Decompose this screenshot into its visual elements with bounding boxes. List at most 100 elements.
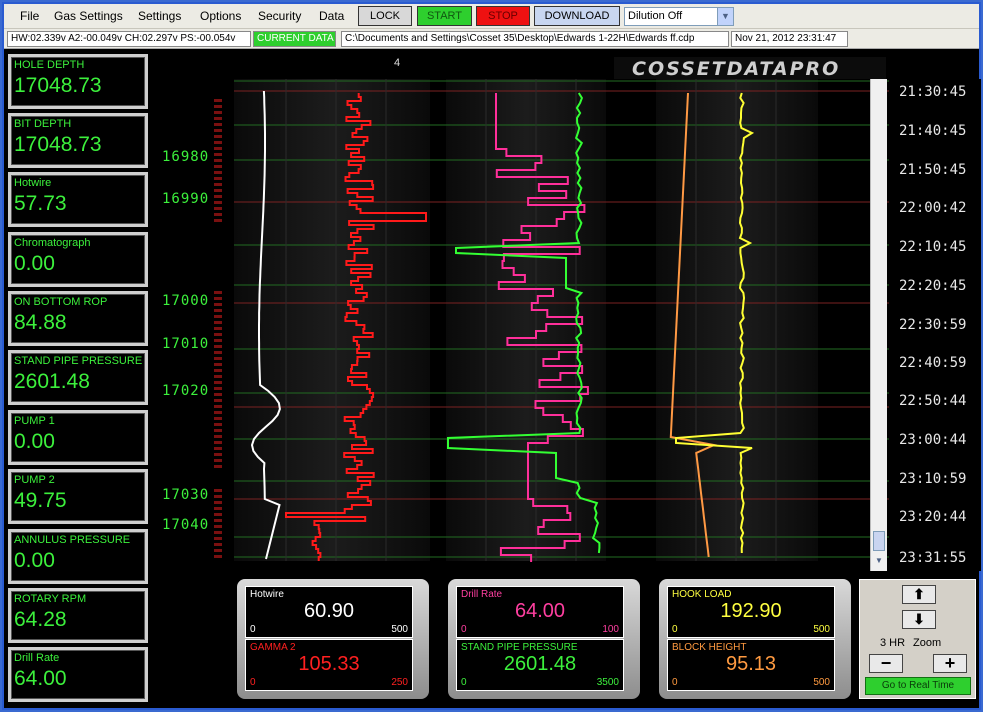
depth-tick [214, 195, 222, 198]
gauge-value: 17048.73 [14, 133, 102, 156]
depth-tick [214, 405, 222, 408]
download-button[interactable]: DOWNLOAD [534, 6, 620, 26]
menu-options[interactable]: Options [200, 9, 241, 23]
status-bar: HW:02.339v A2:-00.049v CH:02.297v PS:-00… [4, 29, 979, 49]
readout-min: 0 [461, 624, 467, 635]
readout-value: 192.90 [720, 600, 782, 622]
gauge-label: Chromatograph [14, 237, 91, 249]
status-datetime: Nov 21, 2012 23:31:47 [731, 31, 848, 47]
zoom-label: Zoom [913, 637, 942, 649]
chevron-down-icon[interactable]: ▼ [717, 8, 733, 25]
gauge-on-bottom-rop: ON BOTTOM ROP 84.88 [8, 291, 148, 346]
scroll-up-button[interactable]: ⬆ [902, 585, 936, 604]
readout-label: GAMMA 2 [250, 642, 296, 653]
readout-panel-3: HOOK LOAD 192.90 0 500 BLOCK HEIGHT 95.1… [659, 579, 851, 699]
readout-min: 0 [250, 677, 256, 688]
menu-file[interactable]: File [20, 9, 39, 23]
go-to-real-time-button[interactable]: Go to Real Time [865, 677, 971, 695]
stop-button[interactable]: STOP [476, 6, 530, 26]
gauge-value: 49.75 [14, 489, 67, 512]
depth-tick [214, 303, 222, 306]
scrollbar-thumb[interactable] [873, 531, 885, 551]
readout-label: BLOCK HEIGHT [672, 642, 747, 653]
depth-tick [214, 297, 222, 300]
start-button[interactable]: START [417, 6, 472, 26]
lock-button[interactable]: LOCK [358, 6, 412, 26]
readout-label: STAND PIPE PRESSURE [461, 642, 578, 653]
depth-tick [214, 165, 222, 168]
depth-tick [214, 159, 222, 162]
depth-tick [214, 219, 222, 222]
gauge-value: 64.28 [14, 608, 67, 631]
gauge-value: 0.00 [14, 430, 55, 453]
zoom-out-button[interactable]: − [869, 654, 903, 673]
gauge-chromatograph: Chromatograph 0.00 [8, 232, 148, 287]
readout-label: HOOK LOAD [672, 589, 732, 600]
gauge-value: 2601.48 [14, 370, 90, 393]
depth-tick [214, 201, 222, 204]
gauge-label: ROTARY RPM [14, 593, 87, 605]
scroll-down-button[interactable]: ⬇ [902, 610, 936, 629]
gauge-annulus-pressure: ANNULUS PRESSURE 0.00 [8, 529, 148, 584]
dilution-select[interactable]: Dilution Off ▼ [624, 7, 734, 26]
gauge-value: 64.00 [14, 667, 67, 690]
readout-value: 64.00 [514, 600, 566, 622]
readout-min: 0 [461, 677, 467, 688]
depth-tick [214, 519, 222, 522]
file-path: C:\Documents and Settings\Cosset 35\Desk… [341, 31, 729, 47]
gauge-rotary-rpm: ROTARY RPM 64.28 [8, 588, 148, 643]
depth-tick [214, 489, 222, 492]
depth-tick [214, 417, 222, 420]
readout-value: 95.13 [725, 653, 777, 675]
readout-label: Hotwire [250, 589, 284, 600]
readout-stand-pipe-pressure: STAND PIPE PRESSURE 2601.48 0 3500 [456, 639, 624, 691]
depth-tick [214, 291, 222, 294]
depth-tick [214, 447, 222, 450]
time-label: 22:50:44 [899, 393, 967, 409]
depth-ticks [214, 99, 222, 558]
current-data-badge: CURRENT DATA [253, 31, 336, 47]
depth-tick [214, 507, 222, 510]
menu-data[interactable]: Data [319, 9, 344, 23]
vertical-scrollbar[interactable]: ▼ [870, 79, 887, 571]
gauge-label: Hotwire [14, 177, 52, 189]
depth-tick [214, 117, 222, 120]
depth-tick [214, 459, 222, 462]
time-label: 23:20:44 [899, 509, 967, 525]
depth-label: 17040 [162, 517, 209, 533]
log-chart: 16980 16990 17000 17010 17020 17030 17040 4 CO… [156, 49, 889, 571]
time-label: 23:10:59 [899, 471, 967, 487]
readout-min: 0 [672, 624, 678, 635]
time-label: 22:00:42 [899, 200, 967, 216]
readout-hook-load: HOOK LOAD 192.90 0 500 [667, 586, 835, 638]
gauge-label: PUMP 2 [14, 474, 55, 486]
depth-tick [214, 525, 222, 528]
gauge-pump-2: PUMP 2 49.75 [8, 469, 148, 524]
depth-tick [214, 339, 222, 342]
scroll-down-icon[interactable]: ▼ [873, 556, 885, 570]
menu-security[interactable]: Security [258, 9, 301, 23]
depth-tick [214, 123, 222, 126]
zoom-range-label: 3 HR [880, 637, 906, 649]
depth-tick [214, 453, 222, 456]
time-axis: 21:30:45 21:40:45 21:50:45 22:00:42 22:10:45… [889, 79, 981, 571]
menu-settings[interactable]: Settings [138, 9, 181, 23]
depth-tick [214, 381, 222, 384]
track-1-background [234, 79, 430, 561]
depth-tick [214, 105, 222, 108]
depth-label: 17020 [162, 383, 209, 399]
depth-tick [214, 537, 222, 540]
readout-max: 500 [813, 677, 830, 688]
brand-logo: COSSETDATAPRO [614, 57, 886, 80]
time-label: 22:40:59 [899, 355, 967, 371]
depth-tick [214, 411, 222, 414]
readout-gamma: GAMMA 2 105.33 0 250 [245, 639, 413, 691]
zoom-in-button[interactable]: + [933, 654, 967, 673]
time-label: 21:50:45 [899, 162, 967, 178]
voltage-readout: HW:02.339v A2:-00.049v CH:02.297v PS:-00… [7, 31, 251, 47]
menu-gas-settings[interactable]: Gas Settings [54, 9, 123, 23]
gauge-label: ANNULUS PRESSURE [14, 534, 131, 546]
depth-tick [214, 555, 222, 558]
depth-tick [214, 375, 222, 378]
dilution-value: Dilution Off [628, 10, 683, 22]
